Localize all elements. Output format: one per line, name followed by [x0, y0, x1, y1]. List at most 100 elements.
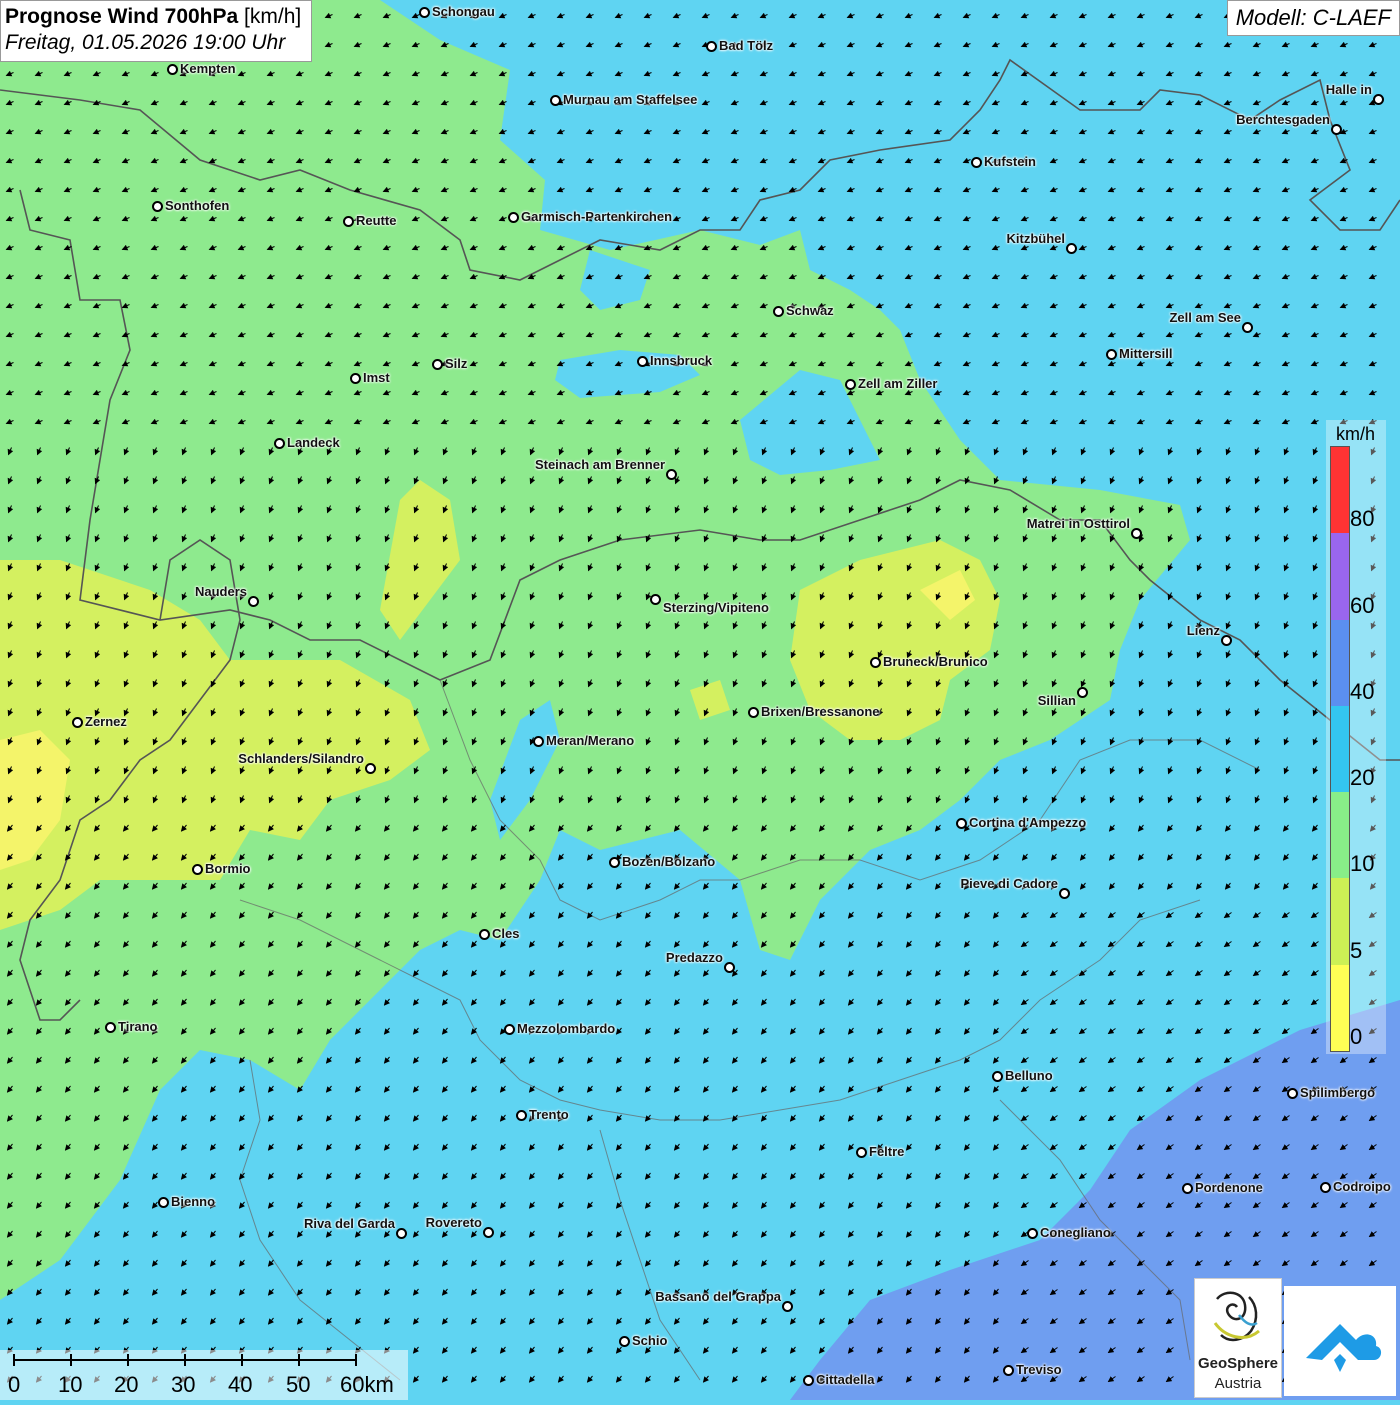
city-marker	[516, 1110, 527, 1121]
city-label: Bozen/Bolzano	[622, 854, 716, 869]
city-marker	[619, 1336, 630, 1347]
city-label: Silz	[445, 356, 468, 371]
city-marker	[1077, 687, 1088, 698]
city-label: Innsbruck	[650, 353, 713, 368]
city-marker	[479, 929, 490, 940]
city-marker	[248, 596, 259, 607]
city-label: Landeck	[287, 435, 340, 450]
city-label: Cles	[492, 926, 520, 941]
city-marker	[992, 1071, 1003, 1082]
map-title-main: Prognose Wind 700hPa	[5, 5, 239, 28]
city-label: Brixen/Bressanone	[761, 704, 880, 719]
geosphere-name: GeoSphere	[1197, 1355, 1279, 1372]
city-marker	[167, 64, 178, 75]
city-label: Rovereto	[425, 1215, 482, 1230]
city-label: Predazzo	[665, 950, 723, 965]
city-marker	[533, 736, 544, 747]
scale-label: 10	[58, 1372, 83, 1397]
city-marker	[1059, 888, 1070, 899]
city-label: Imst	[363, 370, 390, 385]
legend-swatch	[1331, 705, 1349, 793]
city-marker	[550, 95, 561, 106]
scale-label: 40	[228, 1372, 253, 1397]
city-label: Mittersill	[1119, 346, 1173, 361]
legend-label: 80	[1350, 506, 1375, 532]
city-marker	[72, 717, 83, 728]
scale-label: 20	[114, 1372, 139, 1397]
legend-label: 60	[1350, 592, 1375, 618]
city-marker	[1331, 124, 1342, 135]
city-marker	[748, 707, 759, 718]
city-label: Cittadella	[816, 1372, 875, 1387]
legend-label: 5	[1350, 937, 1363, 963]
scale-label: 0	[8, 1372, 21, 1397]
legend-swatch	[1331, 533, 1349, 620]
city-marker	[158, 1197, 169, 1208]
legend-label: 40	[1350, 678, 1375, 704]
map-title-unit: [km/h]	[244, 5, 302, 28]
city-marker	[1373, 94, 1384, 105]
city-label: Pieve di Cadore	[960, 876, 1058, 891]
city-marker	[1106, 349, 1117, 360]
city-label: Schongau	[432, 4, 495, 19]
city-label: Pordenone	[1195, 1180, 1263, 1195]
city-marker	[419, 7, 430, 18]
legend-label: 20	[1350, 765, 1375, 791]
city-label: Mezzolombardo	[517, 1021, 616, 1036]
city-marker	[1066, 243, 1077, 254]
legend-colorbar	[1330, 446, 1350, 1052]
city-label: Kufstein	[984, 154, 1036, 169]
legend-swatch	[1331, 447, 1349, 534]
city-marker	[1003, 1365, 1014, 1376]
city-marker	[845, 379, 856, 390]
city-marker	[105, 1022, 116, 1033]
legend-swatch	[1331, 792, 1349, 879]
city-marker	[350, 373, 361, 384]
city-label: Zell am See	[1169, 310, 1241, 325]
city-marker	[483, 1227, 494, 1238]
city-marker	[650, 594, 661, 605]
city-label: Schio	[632, 1333, 668, 1348]
city-marker	[365, 763, 376, 774]
city-marker	[1182, 1183, 1193, 1194]
city-marker	[856, 1147, 867, 1158]
city-label: Treviso	[1016, 1362, 1062, 1377]
scale-label: 60km	[340, 1372, 394, 1397]
city-marker	[1320, 1182, 1331, 1193]
city-marker	[724, 962, 735, 973]
legend-swatch	[1331, 878, 1349, 965]
city-label: Zernez	[85, 714, 127, 729]
city-marker	[870, 657, 881, 668]
city-marker	[1287, 1088, 1298, 1099]
city-marker	[432, 359, 443, 370]
city-marker	[666, 469, 677, 480]
city-marker	[508, 212, 519, 223]
legend-unit: km/h	[1336, 424, 1376, 444]
city-marker	[971, 157, 982, 168]
city-label: Belluno	[1005, 1068, 1053, 1083]
map-title: Prognose Wind 700hPa [km/h]	[5, 5, 301, 29]
city-label: Zell am Ziller	[858, 376, 938, 391]
city-label: Murnau am Staffelsee	[563, 92, 698, 107]
city-marker	[1221, 635, 1232, 646]
city-marker	[1027, 1228, 1038, 1239]
app-logo	[1284, 1286, 1396, 1396]
city-label: Trento	[529, 1107, 569, 1122]
city-marker	[782, 1301, 793, 1312]
city-label: Bienno	[171, 1194, 216, 1209]
city-marker	[274, 438, 285, 449]
city-label: Berchtesgaden	[1236, 112, 1330, 127]
legend-swatch	[1331, 619, 1349, 706]
city-marker	[637, 356, 648, 367]
city-marker	[706, 41, 717, 52]
cloud-arrow-icon	[1306, 1324, 1382, 1372]
city-label: Meran/Merano	[546, 733, 635, 748]
city-label: Bassano del Grappa	[655, 1289, 781, 1304]
city-marker	[192, 864, 203, 875]
city-label: Codroipo	[1333, 1179, 1391, 1194]
city-label: Sterzing/Vipiteno	[663, 600, 769, 615]
city-label: Lienz	[1186, 623, 1220, 638]
city-label: Kempten	[180, 61, 236, 76]
city-marker	[343, 216, 354, 227]
city-label: Schwaz	[786, 303, 834, 318]
